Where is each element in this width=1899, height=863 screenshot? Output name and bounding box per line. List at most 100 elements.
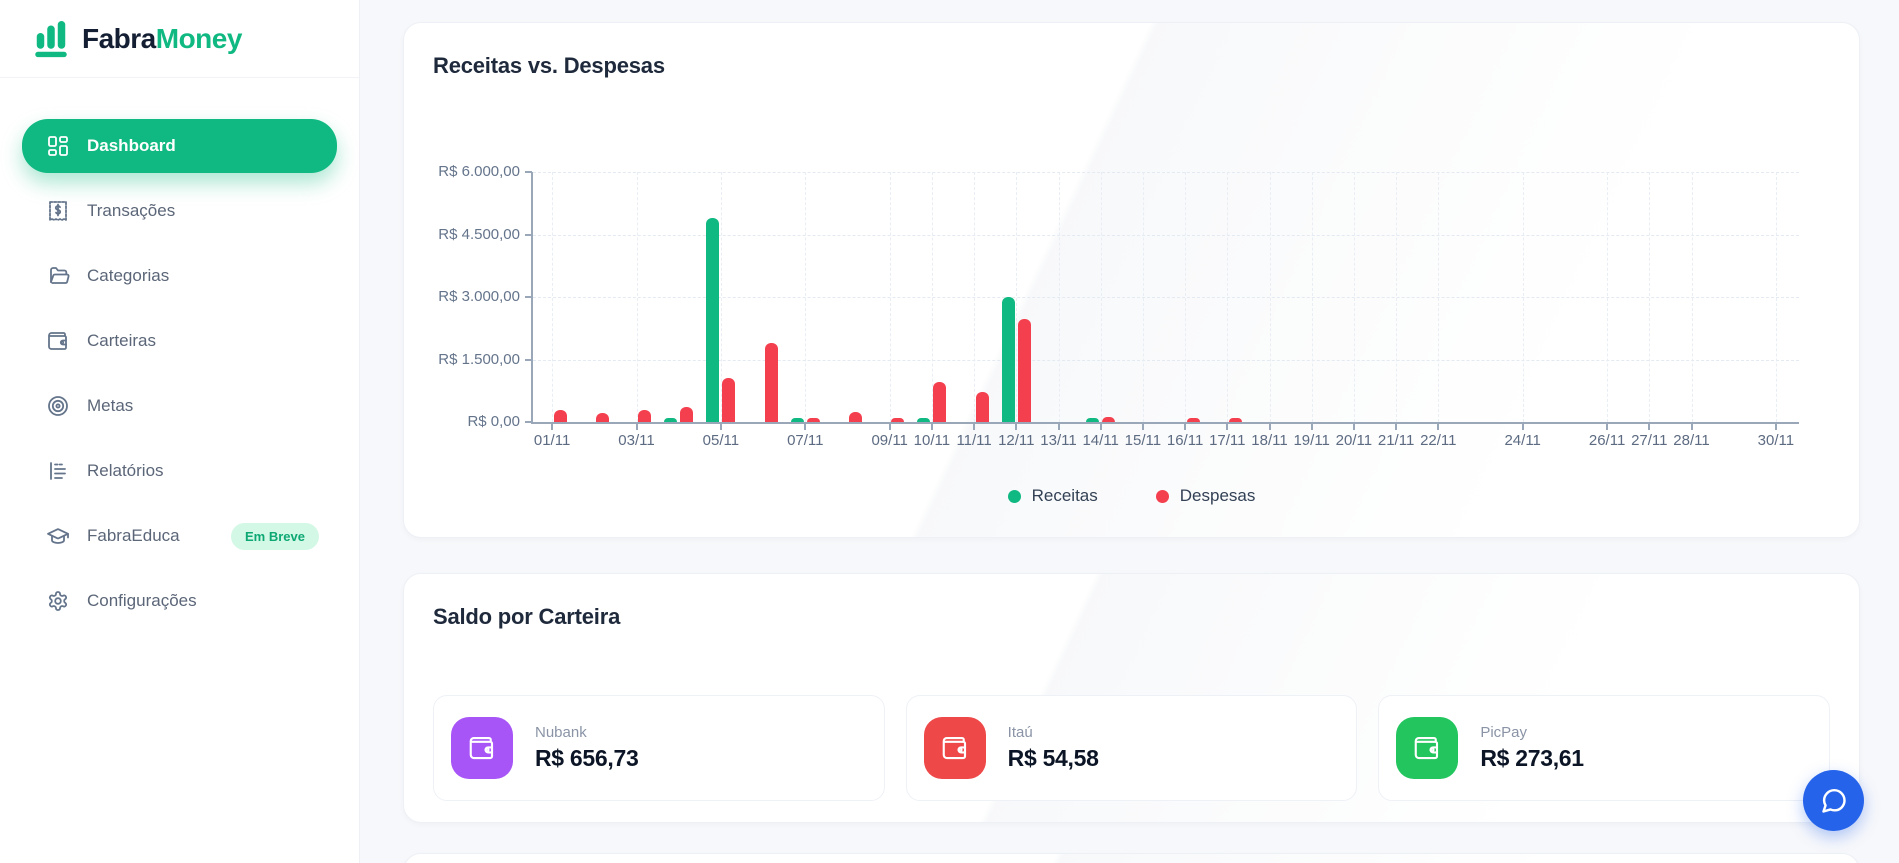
legend-item-receitas[interactable]: Receitas [1007,486,1098,506]
y-axis-label: R$ 0,00 [467,413,520,430]
x-axis-tick [930,424,933,430]
sidebar-item-metas[interactable]: Metas [22,379,337,433]
sidebar-item-label: Transações [87,201,176,220]
x-axis-tick [1099,424,1102,430]
sidebar-item-relatorios[interactable]: Relatórios [22,444,337,498]
bar-despesas [1102,417,1116,422]
sidebar-item-dashboard[interactable]: Dashboard [22,119,337,173]
gridline-vertical [636,172,638,422]
wallet-balance-card: Saldo por Carteira Nubank R$ 656,73 Itaú R$… [403,573,1860,823]
gridline-vertical [1607,172,1609,422]
chat-bubble-icon [1821,788,1846,813]
bar-despesas [722,377,736,422]
sidebar-item-label: Configurações [87,591,197,610]
bar-receitas [917,418,931,422]
wallet-colored-icon [451,717,513,779]
x-axis-tick [1352,424,1355,430]
legend-dot [1007,489,1021,503]
sidebar-item-fabraeduca[interactable]: FabraEduca Em Breve [22,509,337,563]
x-axis-tick [1184,424,1187,430]
bar-receitas [790,418,804,422]
revenue-expense-card: Receitas vs. Despesas R$ 0,00 R$ 1.500,00… [403,22,1860,538]
gridline-vertical [1100,172,1102,422]
receipt-icon [49,201,67,221]
x-axis-tick [1437,424,1440,430]
gridline-horizontal [533,359,1799,361]
wallet-balance: R$ 54,58 [1007,745,1099,771]
bar-despesas [891,418,905,422]
bar-receitas [1086,418,1100,422]
gridline-vertical [1058,172,1060,422]
main-content: Receitas vs. Despesas R$ 0,00 R$ 1.500,00… [360,0,1899,863]
bar-despesas [595,413,609,422]
x-axis-tick [804,424,807,430]
x-axis-tick [635,424,638,430]
legend-item-despesas[interactable]: Despesas [1155,486,1256,506]
x-axis-tick [1606,424,1609,430]
gridline-vertical [1353,172,1355,422]
wallet-item-itaú: Itaú R$ 54,58 [905,695,1358,801]
dashboard-icon [48,136,68,156]
legend-label: Receitas [1031,486,1098,505]
gridline-vertical [1691,172,1693,422]
y-axis-label: R$ 6.000,00 [438,163,520,180]
bar-despesas [553,409,567,422]
gridline-vertical [1142,172,1144,422]
x-axis-label: 01/11 [533,432,571,449]
wallet-icon [48,332,67,350]
bar-despesas [1228,418,1242,422]
folder-open-icon [50,267,70,284]
gridline-vertical [889,172,891,422]
app-logo: FabraMoney [0,0,359,78]
x-axis-tick [1310,424,1313,430]
wallet-colored-icon [923,717,986,779]
wallet-name: Itaú [1007,724,1033,741]
next-card-partial [403,853,1860,863]
gridline-horizontal [533,297,1799,298]
wallet-balance: R$ 273,61 [1480,745,1584,771]
x-axis-tick [973,424,976,430]
x-axis-tick [551,424,554,430]
wallet-item-picpay: PicPay R$ 273,61 [1378,695,1831,801]
x-axis-tick [888,424,891,430]
bar-despesas [806,417,820,422]
x-axis-tick [1690,424,1693,430]
bar-despesas [975,392,989,422]
x-axis-label: 05/11 [702,432,740,449]
gridline-vertical [974,172,976,422]
sidebar-item-label: Metas [87,396,134,415]
x-axis-label: 28/11 [1673,432,1710,449]
wallet-balance: R$ 656,73 [535,745,639,771]
gridline-vertical [1227,172,1229,422]
x-axis-tick [1774,424,1777,430]
sidebar-item-label: Relatórios [87,461,164,480]
wallets-title: Saldo por Carteira [433,604,621,629]
sidebar-item-configuracoes[interactable]: Configurações [22,574,337,628]
gridline-vertical [805,172,807,422]
gridline-vertical [552,172,554,422]
brand-name-green: Money [155,22,243,54]
report-icon [50,462,66,480]
x-axis-tick [1521,424,1524,430]
sidebar-menu: Dashboard Transações Categorias Carteiras Me… [0,78,359,680]
x-axis-line [531,422,1799,424]
gridline-horizontal [533,234,1799,236]
sidebar: FabraMoney Dashboard Transações Categorias… [0,0,360,863]
x-axis-tick [1057,424,1060,430]
gridline-horizontal [533,172,1799,173]
bar-despesas [1186,418,1200,422]
chat-button[interactable] [1803,770,1864,831]
wallet-icon [942,736,966,760]
wallet-row: Nubank R$ 656,73 Itaú R$ 54,58 PicPay R$ 273,… [433,695,1831,801]
x-axis-label: 22/11 [1420,432,1457,449]
sidebar-item-carteiras[interactable]: Carteiras [22,314,337,368]
brand-name-dark: Fabra [82,22,156,54]
sidebar-item-categorias[interactable]: Categorias [22,249,337,303]
sidebar-item-transacoes[interactable]: Transações [22,184,337,238]
bar-chart: R$ 0,00 R$ 1.500,00 R$ 3.000,00 R$ 4.500,00… [404,23,1859,537]
target-icon [48,396,68,416]
y-axis-label: R$ 4.500,00 [438,225,520,243]
legend-label: Despesas [1179,486,1256,505]
brand-name: FabraMoney [82,23,242,55]
gridline-vertical [1522,172,1524,422]
